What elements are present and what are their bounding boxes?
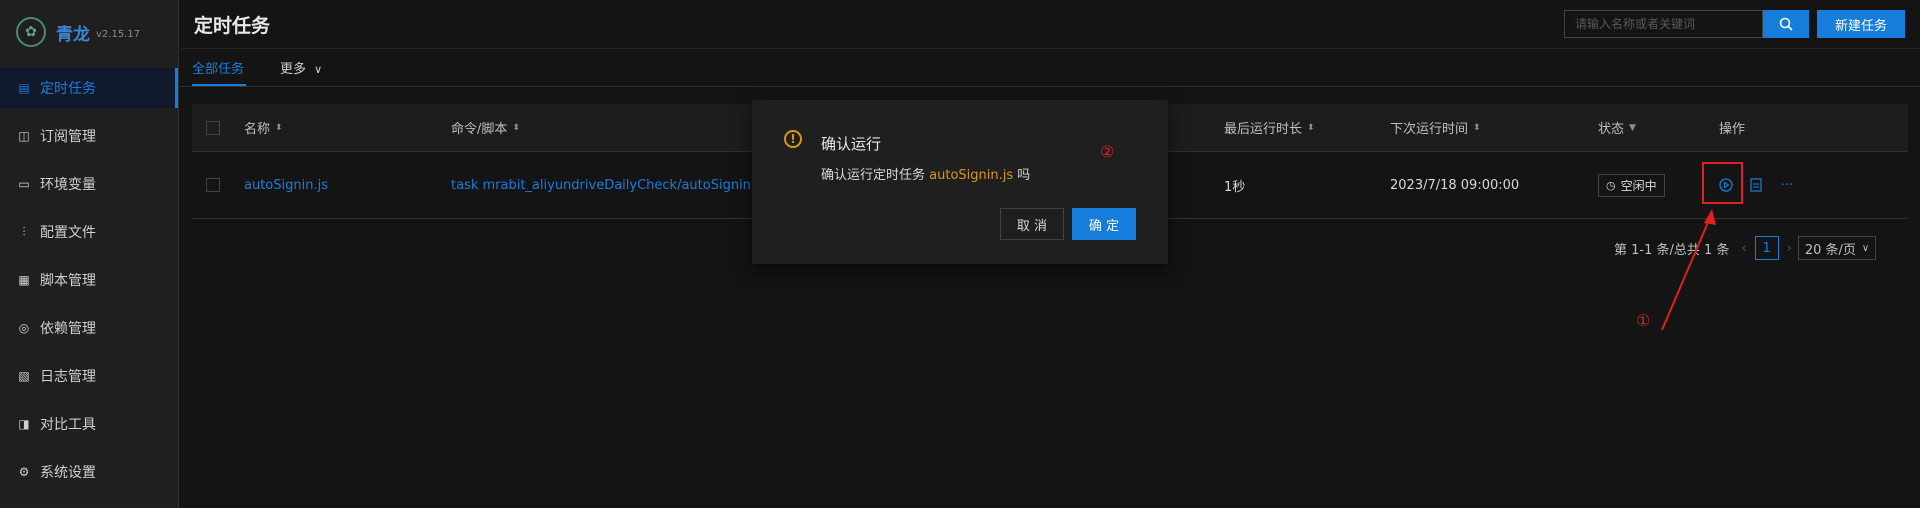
select-all-checkbox[interactable]: [206, 104, 220, 151]
chevron-down-icon: ∨: [314, 63, 323, 76]
sidebar-item-label: 日志管理: [40, 369, 96, 385]
task-name-link[interactable]: autoSignin.js: [244, 152, 328, 218]
checkbox-box: [206, 120, 220, 135]
sidebar: ✿ 青龙 v2.15.17 ▤ 定时任务 ◫ 订阅管理 ▭ 环境变量 ⫶ 配置文…: [0, 0, 179, 508]
sort-icon: ⬍: [1473, 122, 1481, 133]
app-name: 青龙: [56, 24, 90, 45]
sidebar-item-label: 对比工具: [40, 417, 96, 433]
sidebar-item-script[interactable]: ▦ 脚本管理: [0, 260, 178, 300]
sidebar-item-env[interactable]: ▭ 环境变量: [0, 164, 178, 204]
task-command-link[interactable]: task mrabit_aliyundriveDailyCheck/autoSi…: [451, 152, 765, 218]
action-more-cell: ···: [1778, 152, 1796, 218]
clock-icon: ◷: [1606, 178, 1616, 192]
file-text-icon: [1750, 178, 1762, 192]
column-header-label: 状态: [1598, 122, 1625, 137]
sidebar-item-crontab[interactable]: ▤ 定时任务: [0, 68, 178, 108]
tab-more-label: 更多: [280, 62, 307, 77]
modal-title: 确认运行: [821, 135, 882, 153]
sidebar-item-label: 订阅管理: [40, 129, 96, 145]
sidebar-menu: ▤ 定时任务 ◫ 订阅管理 ▭ 环境变量 ⫶ 配置文件 ▦ 脚本管理 ◎ 依赖管…: [0, 68, 178, 500]
new-task-button[interactable]: 新建任务: [1817, 10, 1905, 38]
dependency-icon: ◎: [18, 321, 30, 335]
page-number[interactable]: 1: [1754, 236, 1779, 260]
sidebar-item-label: 系统设置: [40, 465, 96, 481]
row-checkbox[interactable]: [206, 152, 220, 218]
sidebar-item-label: 环境变量: [40, 177, 96, 193]
column-header-actions: 操作: [1719, 104, 1745, 151]
logo: ✿ 青龙 v2.15.17: [16, 14, 140, 50]
sidebar-item-dependence[interactable]: ◎ 依赖管理: [0, 308, 178, 348]
tab-active-indicator: [192, 84, 246, 86]
column-header-status[interactable]: 状态 ▼: [1598, 104, 1636, 151]
column-header-last-duration[interactable]: 最后运行时长 ⬍: [1224, 104, 1315, 151]
sidebar-item-subscription[interactable]: ◫ 订阅管理: [0, 116, 178, 156]
modal-script-name: autoSignin.js: [929, 168, 1014, 183]
confirm-run-modal: ! 确认运行 确认运行定时任务 autoSignin.js 吗 ② 取 消 确 …: [752, 100, 1168, 264]
qinglong-logo-icon: ✿: [16, 17, 46, 47]
page-header: 定时任务 请输入名称或者关键词 新建任务: [180, 0, 1920, 49]
page-size-select[interactable]: 20 条/页 ∨: [1797, 236, 1877, 260]
run-button-highlight: [1702, 162, 1743, 204]
annotation-marker-1: ①: [1636, 311, 1651, 330]
status-badge: ◷ 空闲中: [1598, 173, 1665, 197]
column-header-label: 下次运行时间: [1390, 122, 1469, 137]
sliders-icon: ⫶: [22, 224, 26, 239]
prev-page-icon[interactable]: ‹: [1741, 241, 1746, 256]
log-icon: ▧: [18, 369, 30, 383]
sort-icon: ⬍: [512, 122, 520, 133]
gear-icon: ⚙: [18, 465, 30, 479]
page-size-label: 20 条/页: [1804, 242, 1856, 258]
sidebar-item-label: 配置文件: [40, 225, 96, 241]
checkbox-box: [206, 178, 220, 192]
exclamation-circle-icon: !: [784, 130, 802, 148]
annotation-marker-2: ②: [1100, 142, 1115, 161]
column-header-label: 名称: [244, 122, 271, 137]
column-header-label: 命令/脚本: [451, 122, 508, 137]
search-button[interactable]: [1763, 10, 1809, 38]
action-log-cell: [1747, 152, 1765, 218]
sort-icon: ⬍: [275, 122, 283, 133]
confirm-button[interactable]: 确 定: [1072, 208, 1136, 240]
sidebar-item-label: 定时任务: [40, 81, 96, 97]
sidebar-item-diff[interactable]: ◨ 对比工具: [0, 404, 178, 444]
task-next-run: 2023/7/18 09:00:00: [1390, 177, 1520, 193]
search-icon: [1779, 17, 1793, 31]
filter-icon[interactable]: ▼: [1629, 123, 1636, 133]
next-page-icon[interactable]: ›: [1787, 241, 1792, 256]
monitor-icon: ▭: [18, 177, 30, 191]
modal-content-prefix: 确认运行定时任务: [821, 168, 926, 183]
column-header-next-run[interactable]: 下次运行时间 ⬍: [1390, 104, 1481, 151]
script-icon: ▦: [18, 273, 30, 287]
column-header-command[interactable]: 命令/脚本 ⬍: [451, 104, 520, 151]
more-icon[interactable]: ···: [1778, 176, 1796, 194]
modal-content-suffix: 吗: [1017, 168, 1031, 183]
column-header-label: 最后运行时长: [1224, 122, 1303, 137]
column-header-label: 操作: [1719, 122, 1746, 137]
annotation-arrow: [1661, 209, 1716, 331]
task-last-duration: 1秒: [1224, 179, 1246, 195]
status-label: 空闲中: [1620, 178, 1657, 193]
column-header-name[interactable]: 名称 ⬍: [244, 104, 283, 151]
chevron-down-icon: ∨: [1861, 242, 1870, 254]
subscription-icon: ◫: [18, 129, 30, 143]
sidebar-item-log[interactable]: ▧ 日志管理: [0, 356, 178, 396]
calendar-icon: ▤: [18, 81, 30, 95]
diff-icon: ◨: [18, 417, 30, 431]
tab-more[interactable]: 更多 ∨: [280, 58, 322, 77]
cancel-button[interactable]: 取 消: [1000, 208, 1064, 240]
search-input[interactable]: 请输入名称或者关键词: [1564, 10, 1763, 38]
sidebar-item-setting[interactable]: ⚙ 系统设置: [0, 452, 178, 492]
sidebar-item-label: 脚本管理: [40, 273, 96, 289]
tab-all-tasks[interactable]: 全部任务: [192, 58, 244, 77]
sidebar-item-label: 依赖管理: [40, 321, 96, 337]
app-version: v2.15.17: [96, 28, 141, 40]
sort-icon: ⬍: [1307, 122, 1315, 133]
sidebar-item-config[interactable]: ⫶ 配置文件: [0, 212, 178, 252]
modal-content: 确认运行定时任务 autoSignin.js 吗: [821, 164, 1030, 183]
view-log-button[interactable]: [1747, 176, 1765, 194]
page-title: 定时任务: [194, 15, 271, 37]
tab-bar: 全部任务 更多 ∨: [180, 48, 1920, 87]
